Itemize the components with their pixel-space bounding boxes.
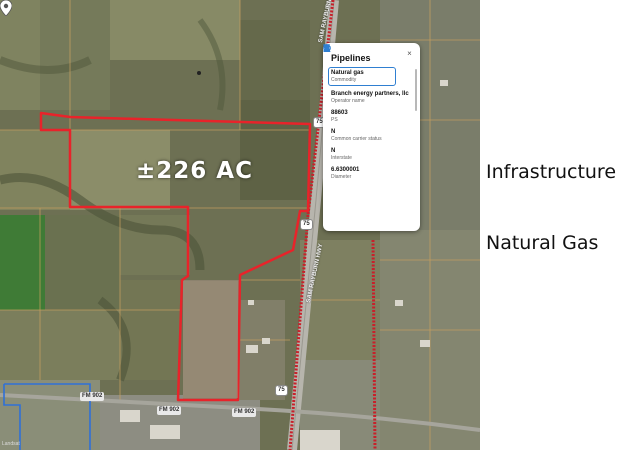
natural-gas-label: Natural Gas [486, 232, 599, 254]
us75-shield-middle: 75 [300, 219, 313, 230]
diameter-key: Diameter [331, 174, 352, 180]
row-operator: Branch energy partners, llc Operator nam… [323, 44, 412, 105]
row-commodity: Natural gas Commodity [323, 44, 396, 86]
us75-shield-south: 75 [275, 385, 288, 396]
circle-icon [323, 44, 331, 52]
ps-value: 88603 [331, 110, 348, 116]
satellite-map[interactable]: ±226 AC 75 75 75 FM 902 FM 902 FM 902 SA… [0, 0, 480, 450]
row-ps: 88603 PS [323, 44, 412, 124]
fm902-label-west: FM 902 [80, 392, 105, 401]
fm902-label-east: FM 902 [232, 408, 257, 417]
commodity-key: Commodity [331, 77, 357, 83]
interstate-key: Interstate [331, 155, 352, 161]
popup-scrollbar[interactable] [415, 69, 417, 111]
map-credit: Landsat [2, 441, 20, 447]
common-carrier-value: N [331, 129, 336, 135]
operator-value: Branch energy partners, llc [331, 91, 409, 97]
operator-key: Operator name [331, 98, 365, 104]
pipeline-info-popup[interactable]: Pipelines × Natural gas Commodity Branch… [323, 43, 420, 231]
fm902-label-center: FM 902 [157, 406, 182, 415]
row-interstate: N Interstate [323, 44, 412, 162]
popup-title: Pipelines [331, 53, 371, 63]
infrastructure-label: Infrastructure [486, 161, 617, 183]
ps-key: PS [331, 117, 338, 123]
commodity-value: Natural gas [331, 70, 364, 76]
map-pin-icon[interactable] [0, 0, 12, 16]
acreage-label: ±226 AC [136, 158, 253, 184]
close-icon[interactable]: × [404, 48, 415, 59]
row-diameter: 6.6300001 Diameter [323, 44, 412, 181]
row-common-carrier: N Common carrier status [323, 44, 412, 143]
diameter-value: 6.6300001 [331, 167, 360, 173]
interstate-value: N [331, 148, 336, 154]
common-carrier-key: Common carrier status [331, 136, 382, 142]
